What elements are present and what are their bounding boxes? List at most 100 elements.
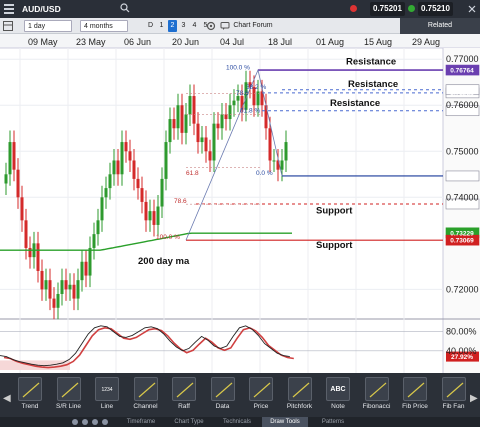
close-icon[interactable] [468,5,476,13]
bottom-tabs: Timeframe Chart Type Technicals Draw Tools P… [0,417,480,427]
candle-body [216,123,220,129]
channel-icon [133,377,158,401]
tab-draw-tools[interactable]: Draw Tools [262,417,308,427]
sell-price[interactable]: 0.75201 [370,2,405,16]
chart-forum-link[interactable]: Chart Forum [232,20,274,32]
candle-body [80,261,84,281]
candle-body [4,174,8,184]
candle-body [120,142,124,175]
chart-toolbar: 1 day 4 months D12345 Chart Forum Relate… [0,18,480,34]
buy-price[interactable]: 0.75210 [418,2,453,16]
candle-body [144,201,148,221]
candle-body [212,123,216,161]
candle-body [160,178,164,207]
candle-body [8,142,12,175]
period-button-4[interactable]: 4 [190,20,199,32]
date-label: 15 Aug [364,37,392,47]
tool-s-r-line[interactable]: S/R Line [49,377,89,417]
tool-line[interactable]: 1234 Line [87,377,127,417]
price-tag-label: 0.74464 [450,173,474,180]
period-button-D[interactable]: D [146,20,155,32]
tool-label: Trend [21,403,39,410]
forum-icon[interactable] [220,21,230,31]
candle-body [64,280,68,290]
candle-body [176,105,180,129]
tool-label: S/R Line [56,403,81,410]
menu-icon[interactable] [4,4,14,14]
settings-icon[interactable] [206,21,216,31]
candle-body [108,174,112,189]
candle-body [196,123,200,143]
tool-fib-price[interactable]: Fib Price [395,377,435,417]
candle-body [60,280,64,294]
candle-body [132,160,136,179]
candle-body [68,284,72,290]
search-icon[interactable] [120,3,130,13]
price-chart[interactable]: 09 May 23 May 06 Jun 20 Jun 04 Jul 18 Jul 01 A… [0,34,480,373]
tab-technicals[interactable]: Technicals [214,417,260,427]
tool-pitchfork[interactable]: Pitchfork [280,377,320,417]
tab-patterns[interactable]: Patterns [310,417,356,427]
scroll-right-icon[interactable]: ▶ [470,393,478,404]
candle-body [208,151,212,161]
candle-body [172,119,176,129]
pitchfork-icon [287,377,312,401]
date-label: 04 Jul [220,37,244,47]
candle-body [52,298,56,308]
help-icon[interactable] [92,419,98,425]
tool-trend[interactable]: Trend [10,377,50,417]
tab-chart-type[interactable]: Chart Type [166,417,212,427]
tool-label: Raff [178,403,190,410]
candle-body [36,243,40,271]
price-tag-label: 0.75881 [450,108,474,115]
candle-body [184,114,188,133]
interval-select[interactable]: 1 day [24,20,72,32]
price-label: 0.75000 [446,146,479,156]
range-select[interactable]: 4 months [80,20,128,32]
tool-channel[interactable]: Channel [126,377,166,417]
fib-level-label: 78.6 [174,198,187,205]
price-tag-label: 0.73855 [450,201,474,208]
candle-body [232,100,236,106]
tool-label: Pitchfork [286,403,313,410]
date-label: 06 Jun [124,37,151,47]
period-button-2[interactable]: 2 [168,20,177,32]
tool-data[interactable]: Data [203,377,243,417]
price-tag-label: 0.76337 [450,87,474,94]
sell-dot-icon [350,5,357,12]
candle-body [116,160,120,175]
period-button-1[interactable]: 1 [157,20,166,32]
resistance-annotation: Resistance [330,98,380,109]
line-icon: 1234 [95,377,119,401]
fib-level-label: 61.8 % [240,108,260,115]
candle-body [220,114,224,129]
period-button-3[interactable]: 3 [179,20,188,32]
tool-raff[interactable]: Raff [164,377,204,417]
candle-body [268,128,272,161]
candle-body [104,188,108,198]
tool-note[interactable]: ABC Note [318,377,358,417]
buy-dot-icon [408,5,415,12]
related-button[interactable]: Related [400,18,480,34]
candle-body [12,142,16,170]
candle-body [148,211,152,221]
candle-body [124,142,128,152]
tool-fibonacci[interactable]: Fibonacci [357,377,397,417]
tab-timeframe[interactable]: Timeframe [118,417,164,427]
date-label: 18 Jul [268,37,292,47]
tool-price[interactable]: Price [241,377,281,417]
candle-body [140,188,144,202]
sr-line-icon [56,377,81,401]
settings-icon[interactable] [82,419,88,425]
date-label: 20 Jun [172,37,199,47]
bell-icon[interactable] [102,419,108,425]
share-icon[interactable] [72,419,78,425]
fib-level-label: 0.0 % [256,170,273,177]
layout-icon[interactable] [3,21,13,31]
symbol-label[interactable]: AUD/USD [22,0,61,18]
tool-label: Fib Price [402,403,428,410]
trend-icon [18,377,42,401]
tool-label: Price [253,403,269,410]
candle-body [44,280,48,290]
tool-fib-fan[interactable]: Fib Fan [434,377,474,417]
